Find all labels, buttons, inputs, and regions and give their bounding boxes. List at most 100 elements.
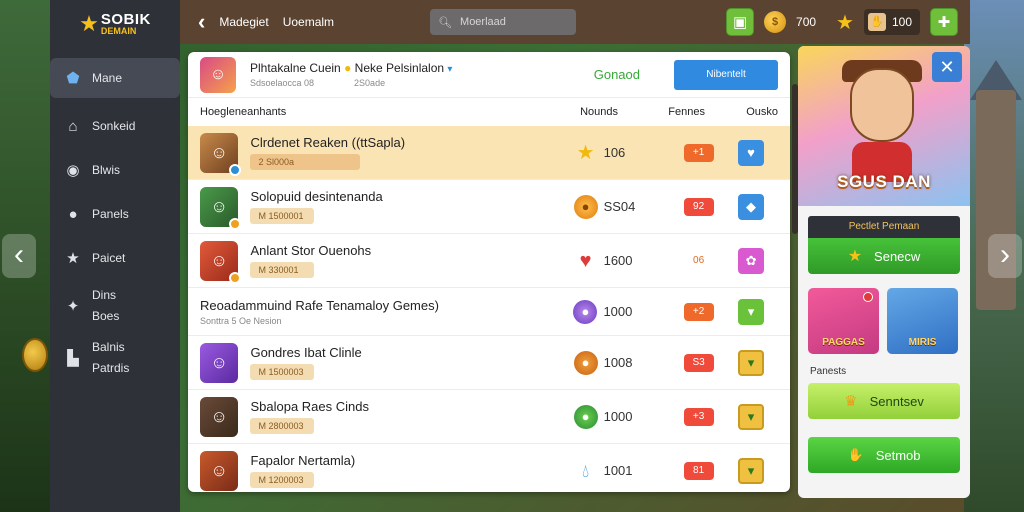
logo-subtitle: DEMAIN xyxy=(100,26,137,36)
chevron-down-icon[interactable]: ▾ xyxy=(738,403,765,430)
close-icon[interactable]: ✕ xyxy=(932,52,962,82)
section-row[interactable]: Reoadammuind Rafe Tenamaloy Gemes) Sontt… xyxy=(188,288,790,336)
reward-value: 1001 xyxy=(603,463,633,478)
sidebar-item-favorites[interactable]: ★ Paicet xyxy=(50,236,180,280)
panel-action-button[interactable]: Nibentelt xyxy=(674,59,778,90)
table-row[interactable]: ☺ Anlant Stor Ouenohs M 330001 ♥ 1600 06… xyxy=(188,234,790,288)
character-avatar: ☺ xyxy=(200,396,239,437)
table-row[interactable]: ☺ Fapalor Nertamla) M 1200003 💧︎ 1001 81… xyxy=(188,444,790,492)
lime-button-label: Senntsev xyxy=(869,393,924,409)
background-coin-decoration xyxy=(22,338,48,372)
panel-header: ☺ Plhtakalne Cuein ● Neke Pelsinlalon ▾ … xyxy=(188,52,790,98)
section-label: Panests xyxy=(810,366,847,377)
search-box[interactable]: 🔍︎ xyxy=(430,9,577,35)
sidebar-item-home[interactable]: ⬟ Mane xyxy=(50,58,180,98)
top-bar: ‹ Madegiet Uoemalm 🔍︎ ▣ $ 700 ★ ✋ 100 ✚ xyxy=(180,0,970,44)
reward-value: 1008 xyxy=(603,355,633,370)
diamond-icon[interactable]: ◆ xyxy=(738,193,765,220)
count-badge: 81 xyxy=(683,461,714,480)
hero-character xyxy=(850,68,914,142)
sidebar-item-explore[interactable]: ◉ Blwis xyxy=(50,148,180,192)
add-resource-button[interactable]: ✚ xyxy=(930,8,958,36)
sidebar-item-label: Sonkeid xyxy=(92,119,136,133)
table-row[interactable]: ☺ Solopuid desintenanda M 1500001 ● SS04… xyxy=(188,180,790,234)
quest-avatar: ☺ xyxy=(200,56,236,93)
row-tag: 2 Sl000a xyxy=(250,154,361,170)
hero-card-miris[interactable]: MIRIS xyxy=(887,288,958,354)
table-row[interactable]: ☺ Sbalopa Raes Cinds M 2800003 ● 1000 +3… xyxy=(188,390,790,444)
card-label: PAGGAS xyxy=(822,337,865,348)
resource-count: 100 xyxy=(891,15,912,29)
sidebar-item-buildings[interactable]: ⌂ Sonkeid xyxy=(50,104,180,148)
row-tag: M 1200003 xyxy=(250,472,315,488)
count-badge: 06 xyxy=(693,254,705,266)
breadcrumb-2[interactable]: Uoemalm xyxy=(283,15,334,29)
row-title: Clrdenet Reaken ((ttSapla) xyxy=(250,135,406,150)
promo-button-label: Senecw xyxy=(874,248,921,264)
resource-pill[interactable]: ✋ 100 xyxy=(863,9,920,35)
reward-value: 1000 xyxy=(603,409,633,424)
star-icon: ★ xyxy=(66,250,80,267)
promo-button[interactable]: ★ Senecw xyxy=(808,238,960,274)
column-header[interactable]: Nounds xyxy=(580,106,668,118)
sidebar-item-tools[interactable]: ✦ Dins Boes xyxy=(50,280,180,332)
star-icon: ★ xyxy=(847,248,863,265)
reward-value: 1000 xyxy=(603,304,633,319)
column-header[interactable]: Ousko xyxy=(727,106,778,118)
back-arrow-icon[interactable]: ‹ xyxy=(198,9,205,35)
reward-value: 106 xyxy=(603,145,626,160)
sidebar-item-label: Blwis xyxy=(92,163,121,177)
coin-icon: $ xyxy=(764,11,787,33)
chat-icon: ● xyxy=(68,205,78,223)
search-input[interactable] xyxy=(460,16,561,28)
table-row[interactable]: ☺ Gondres Ibat Clinle M 1500003 ● 1008 S… xyxy=(188,336,790,390)
panel-subtitle-1: Sdsoelaocca 08 xyxy=(250,77,315,88)
building-icon: ⌂ xyxy=(68,117,78,135)
chevron-down-icon[interactable]: ▾ xyxy=(738,298,765,325)
sidebar-item-label: Mane xyxy=(92,71,123,85)
count-badge: +3 xyxy=(683,407,714,426)
sidebar-item-label: Balnis xyxy=(92,340,125,354)
compass-icon: ◉ xyxy=(66,162,80,179)
row-title: Anlant Stor Ouenohs xyxy=(250,243,372,258)
reward-value: 1600 xyxy=(603,253,633,268)
count-badge: S3 xyxy=(683,353,714,372)
character-avatar: ☺ xyxy=(200,450,239,491)
row-tag: M 1500003 xyxy=(250,364,315,380)
shop-icon: ▙ xyxy=(67,350,79,367)
sidebar-item-chat[interactable]: ● Panels xyxy=(50,192,180,236)
chevron-down-icon[interactable]: ▾ xyxy=(738,349,765,376)
chevron-left-icon[interactable]: ‹ xyxy=(2,234,36,278)
search-icon: 🔍︎ xyxy=(438,16,453,29)
table-row[interactable]: ☺ Clrdenet Reaken ((ttSapla) 2 Sl000a ★ … xyxy=(188,126,790,180)
sidebar-item-label: Dins xyxy=(92,288,117,302)
status-text: Gonaod xyxy=(593,67,640,82)
panel-title: Plhtakalne Cuein ● Neke Pelsinlalon ▾ xyxy=(250,60,452,77)
coin-icon: ● xyxy=(573,194,598,219)
logo-title: SOBIK xyxy=(100,11,151,28)
chevron-down-icon[interactable]: ▾ xyxy=(447,64,452,75)
panel-title-text-2: Neke Pelsinlalon xyxy=(354,61,445,76)
count-badge: 92 xyxy=(683,197,714,216)
hero-banner[interactable]: SGUS DAN ✕ xyxy=(798,46,970,206)
breadcrumb-1[interactable]: Madegiet xyxy=(219,15,268,29)
lime-action-button[interactable]: ♛ Senntsev xyxy=(808,383,960,419)
chevron-right-icon[interactable]: › xyxy=(988,234,1022,278)
app-logo[interactable]: ★ SOBIK DEMAIN xyxy=(50,0,180,48)
crown-icon: ♛ xyxy=(844,393,858,410)
sidebar-item-shop[interactable]: ▙ Balnis Patrdis xyxy=(50,332,180,384)
column-header[interactable]: Hoegleneanhants xyxy=(200,106,580,118)
drop-icon: 💧︎ xyxy=(581,460,590,481)
column-header[interactable]: Fennes xyxy=(668,106,727,118)
star-icon: ★ xyxy=(836,11,854,34)
hero-card-paggas[interactable]: PAGGAS xyxy=(808,288,879,354)
count-badge: +1 xyxy=(683,143,714,162)
gem-icon[interactable]: ✿ xyxy=(738,247,765,274)
gift-button[interactable]: ▣ xyxy=(726,8,755,36)
green-action-button[interactable]: ✋ Setmob xyxy=(808,437,960,473)
chevron-down-icon[interactable]: ▾ xyxy=(738,457,765,484)
heart-icon[interactable]: ♥ xyxy=(738,139,765,166)
table-header: Hoegleneanhants Nounds Fennes Ousko xyxy=(188,98,790,126)
row-title: Fapalor Nertamla) xyxy=(250,453,356,468)
gem-icon: ● xyxy=(573,404,598,429)
